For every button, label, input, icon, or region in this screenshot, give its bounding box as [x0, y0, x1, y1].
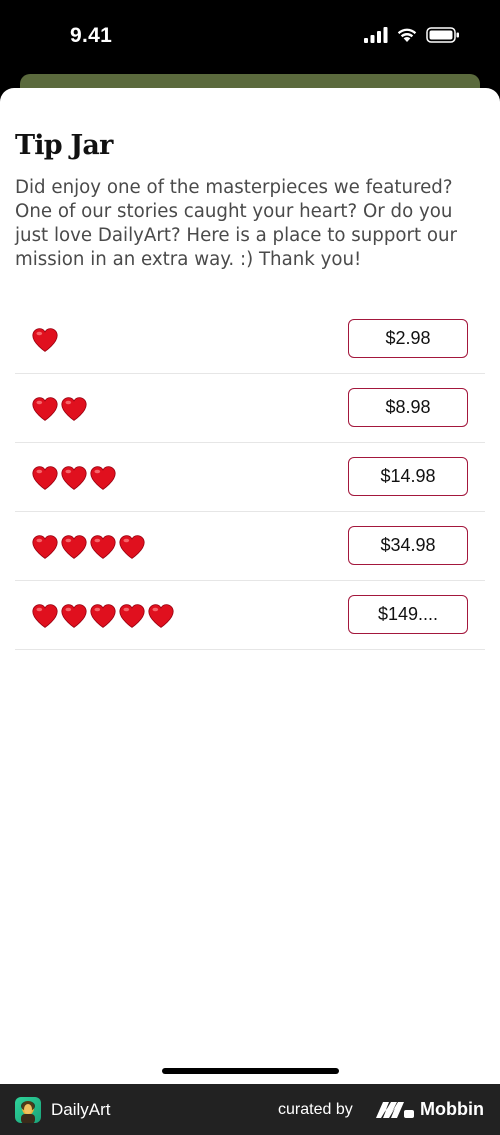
heart-icon — [32, 534, 58, 560]
tip-row: $2.98 — [15, 305, 485, 374]
mobbin-brand: Mobbin — [420, 1099, 484, 1119]
heart-icon — [61, 396, 87, 422]
heart-icon — [90, 465, 116, 491]
status-bar: 9.41 — [0, 0, 500, 76]
tip-hearts — [32, 603, 174, 629]
signal-icon — [364, 26, 388, 43]
heart-icon — [119, 603, 145, 629]
heart-icon — [61, 603, 87, 629]
tip-price-button[interactable]: $149.... — [348, 595, 468, 634]
home-indicator[interactable] — [162, 1068, 339, 1074]
dailyart-app-icon — [15, 1097, 41, 1123]
tip-hearts — [32, 534, 145, 560]
tip-row: $8.98 — [15, 374, 485, 443]
page-title: Tip Jar — [15, 130, 113, 161]
tip-price-button[interactable]: $8.98 — [348, 388, 468, 427]
battery-icon — [426, 26, 459, 43]
footer-bar: DailyArt curated by Mobbin — [0, 1084, 500, 1135]
tip-list: $2.98 $8.98 $14.98 $34.98 $149.... — [15, 305, 485, 650]
tip-hearts — [32, 465, 116, 491]
heart-icon — [61, 465, 87, 491]
heart-icon — [61, 534, 87, 560]
heart-icon — [90, 603, 116, 629]
heart-icon — [148, 603, 174, 629]
mobbin-logo-icon — [376, 1102, 414, 1118]
tip-row: $149.... — [15, 581, 485, 650]
curated-by-label: curated by — [278, 1101, 353, 1118]
tip-hearts — [32, 396, 87, 422]
heart-icon — [119, 534, 145, 560]
status-icons — [364, 26, 460, 43]
status-time: 9.41 — [70, 24, 113, 47]
tip-hearts — [32, 327, 58, 353]
wifi-icon — [397, 28, 417, 42]
tip-jar-description: Did enjoy one of the masterpieces we fea… — [15, 177, 458, 270]
tip-price-button[interactable]: $2.98 — [348, 319, 468, 358]
footer-app-name: DailyArt — [51, 1100, 111, 1119]
heart-icon — [90, 534, 116, 560]
tip-price-button[interactable]: $14.98 — [348, 457, 468, 496]
heart-icon — [32, 327, 58, 353]
heart-icon — [32, 603, 58, 629]
heart-icon — [32, 465, 58, 491]
tip-price-button[interactable]: $34.98 — [348, 526, 468, 565]
heart-icon — [32, 396, 58, 422]
tip-row: $14.98 — [15, 443, 485, 512]
tip-row: $34.98 — [15, 512, 485, 581]
tip-jar-sheet: Tip Jar Did enjoy one of the masterpiece… — [0, 88, 500, 1084]
